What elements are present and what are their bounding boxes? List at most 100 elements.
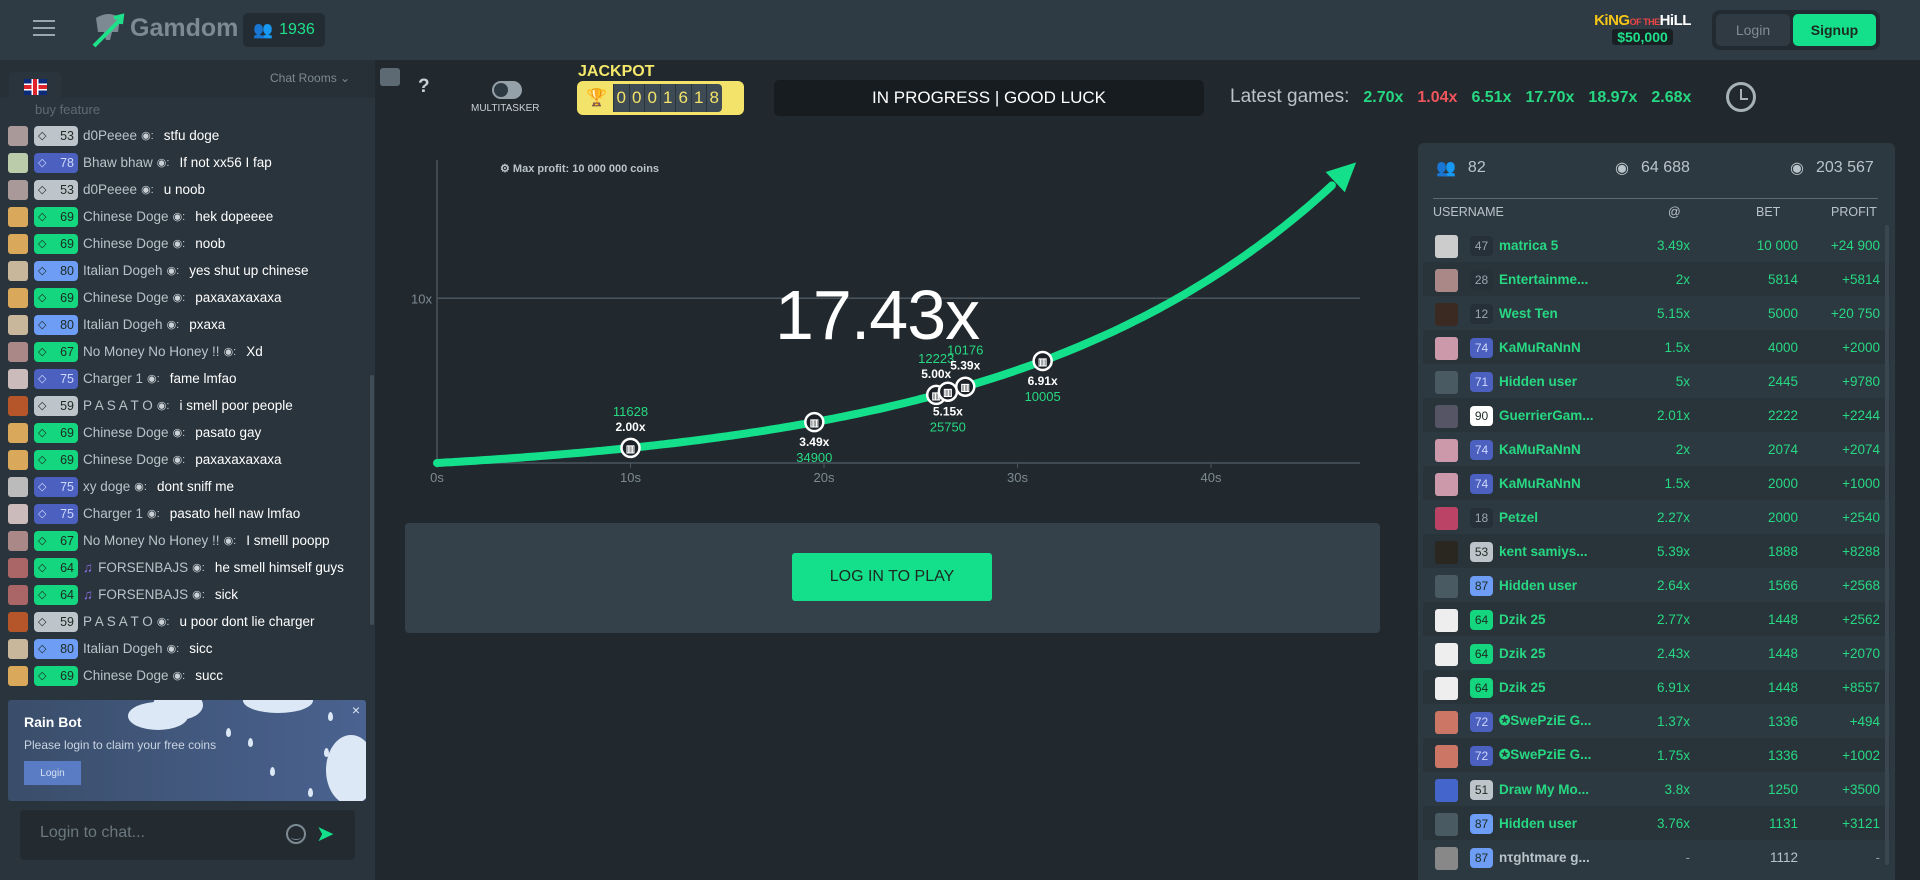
menu-icon[interactable] [33, 20, 55, 36]
player-name[interactable]: Dzik 25 [1499, 602, 1546, 636]
chat-rooms-dropdown[interactable]: Chat Rooms ⌄ [270, 71, 350, 85]
avatar[interactable] [1435, 711, 1458, 734]
chat-input[interactable] [40, 824, 280, 842]
avatar[interactable] [8, 395, 28, 416]
chat-username[interactable]: d0Peeee [83, 182, 137, 197]
avatar[interactable] [8, 125, 28, 146]
avatar[interactable] [8, 476, 28, 497]
chat-username[interactable]: Bhaw bhaw [83, 155, 153, 170]
player-name[interactable]: Entertainme... [1499, 262, 1588, 296]
player-name[interactable]: Dzik 25 [1499, 636, 1546, 670]
login-to-play-button[interactable]: LOG IN TO PLAY [792, 553, 992, 601]
avatar[interactable] [8, 449, 28, 470]
close-icon[interactable]: × [352, 702, 360, 718]
avatar[interactable] [8, 584, 28, 605]
chat-username[interactable]: No Money No Honey !! [83, 344, 220, 359]
avatar[interactable] [1435, 541, 1458, 564]
avatar[interactable] [8, 152, 28, 173]
chat-username[interactable]: Italian Dogeh [83, 317, 163, 332]
avatar[interactable] [8, 557, 28, 578]
brand-name[interactable]: Gamdom [130, 14, 238, 43]
avatar[interactable] [1435, 779, 1458, 802]
chat-username[interactable]: Chinese Doge [83, 668, 169, 683]
rain-login-button[interactable]: Login [24, 761, 81, 785]
chat-username[interactable]: FORSENBAJS [98, 560, 188, 575]
avatar[interactable] [1435, 609, 1458, 632]
latest-game-multiplier[interactable]: 2.68x [1651, 89, 1691, 107]
player-name[interactable]: Hidden user [1499, 806, 1577, 840]
chat-username[interactable]: Chinese Doge [83, 209, 169, 224]
login-button[interactable]: Login [1716, 14, 1790, 46]
player-name[interactable]: kent samiys... [1499, 534, 1588, 568]
king-of-the-hill-promo[interactable]: KiNGOF THEHiLL $50,000 [1585, 12, 1700, 56]
chat-username[interactable]: FORSENBAJS [98, 587, 188, 602]
avatar[interactable] [8, 314, 28, 335]
avatar[interactable] [8, 206, 28, 227]
chat-scrollbar[interactable] [370, 375, 374, 625]
player-name[interactable]: KaMuRaNnN [1499, 432, 1581, 466]
chat-toggle-icon[interactable] [380, 68, 400, 86]
jackpot-counter[interactable]: 🏆 0001618 [577, 81, 744, 115]
player-name[interactable]: nτghtmare g... [1499, 840, 1590, 874]
chat-username[interactable]: P A S A T O [83, 398, 153, 413]
latest-game-multiplier[interactable]: 6.51x [1471, 89, 1511, 107]
avatar[interactable] [1435, 473, 1458, 496]
latest-game-multiplier[interactable]: 1.04x [1417, 89, 1457, 107]
avatar[interactable] [1435, 439, 1458, 462]
player-name[interactable]: GuerrierGam... [1499, 398, 1594, 432]
multitasker-toggle[interactable] [492, 81, 522, 99]
avatar[interactable] [1435, 507, 1458, 530]
avatar[interactable] [8, 665, 28, 686]
player-name[interactable]: KaMuRaNnN [1499, 466, 1581, 500]
latest-game-multiplier[interactable]: 18.97x [1588, 89, 1637, 107]
avatar[interactable] [1435, 575, 1458, 598]
signup-button[interactable]: Signup [1793, 14, 1876, 46]
help-icon[interactable]: ? [418, 76, 430, 98]
chat-username[interactable]: Italian Dogeh [83, 263, 163, 278]
player-name[interactable]: KaMuRaNnN [1499, 330, 1581, 364]
avatar[interactable] [1435, 643, 1458, 666]
avatar[interactable] [1435, 303, 1458, 326]
board-scrollbar[interactable] [1885, 225, 1889, 865]
latest-game-multiplier[interactable]: 17.70x [1525, 89, 1574, 107]
chat-username[interactable]: Chinese Doge [83, 236, 169, 251]
avatar[interactable] [8, 638, 28, 659]
avatar[interactable] [1435, 745, 1458, 768]
player-name[interactable]: West Ten [1499, 296, 1558, 330]
chat-username[interactable]: No Money No Honey !! [83, 533, 220, 548]
send-icon[interactable]: ➤ [316, 823, 334, 845]
chat-username[interactable]: Chinese Doge [83, 425, 169, 440]
avatar[interactable] [8, 422, 28, 443]
avatar[interactable] [1435, 337, 1458, 360]
avatar[interactable] [8, 287, 28, 308]
avatar[interactable] [8, 233, 28, 254]
player-name[interactable]: Dzik 25 [1499, 670, 1546, 704]
avatar[interactable] [8, 503, 28, 524]
chat-username[interactable]: Charger 1 [83, 371, 143, 386]
player-name[interactable]: ✪SwePziE G... [1499, 704, 1591, 738]
avatar[interactable] [8, 260, 28, 281]
chat-username[interactable]: d0Peeee [83, 128, 137, 143]
emoji-icon[interactable]: ‿ [286, 824, 306, 844]
player-name[interactable]: ✪SwePziE G... [1499, 738, 1591, 772]
avatar[interactable] [1435, 847, 1458, 870]
language-tab[interactable] [9, 72, 61, 102]
latest-game-multiplier[interactable]: 2.70x [1363, 89, 1403, 107]
player-name[interactable]: Hidden user [1499, 568, 1577, 602]
avatar[interactable] [8, 179, 28, 200]
avatar[interactable] [8, 530, 28, 551]
player-name[interactable]: Hidden user [1499, 364, 1577, 398]
avatar[interactable] [1435, 269, 1458, 292]
avatar[interactable] [1435, 405, 1458, 428]
avatar[interactable] [1435, 371, 1458, 394]
avatar[interactable] [8, 341, 28, 362]
avatar[interactable] [1435, 235, 1458, 258]
chat-username[interactable]: Italian Dogeh [83, 641, 163, 656]
chat-username[interactable]: Charger 1 [83, 506, 143, 521]
history-icon[interactable] [1726, 82, 1756, 112]
avatar[interactable] [8, 368, 28, 389]
chat-username[interactable]: xy doge [83, 479, 130, 494]
player-name[interactable]: matrica 5 [1499, 228, 1558, 262]
chat-username[interactable]: Chinese Doge [83, 290, 169, 305]
chat-username[interactable]: P A S A T O [83, 614, 153, 629]
